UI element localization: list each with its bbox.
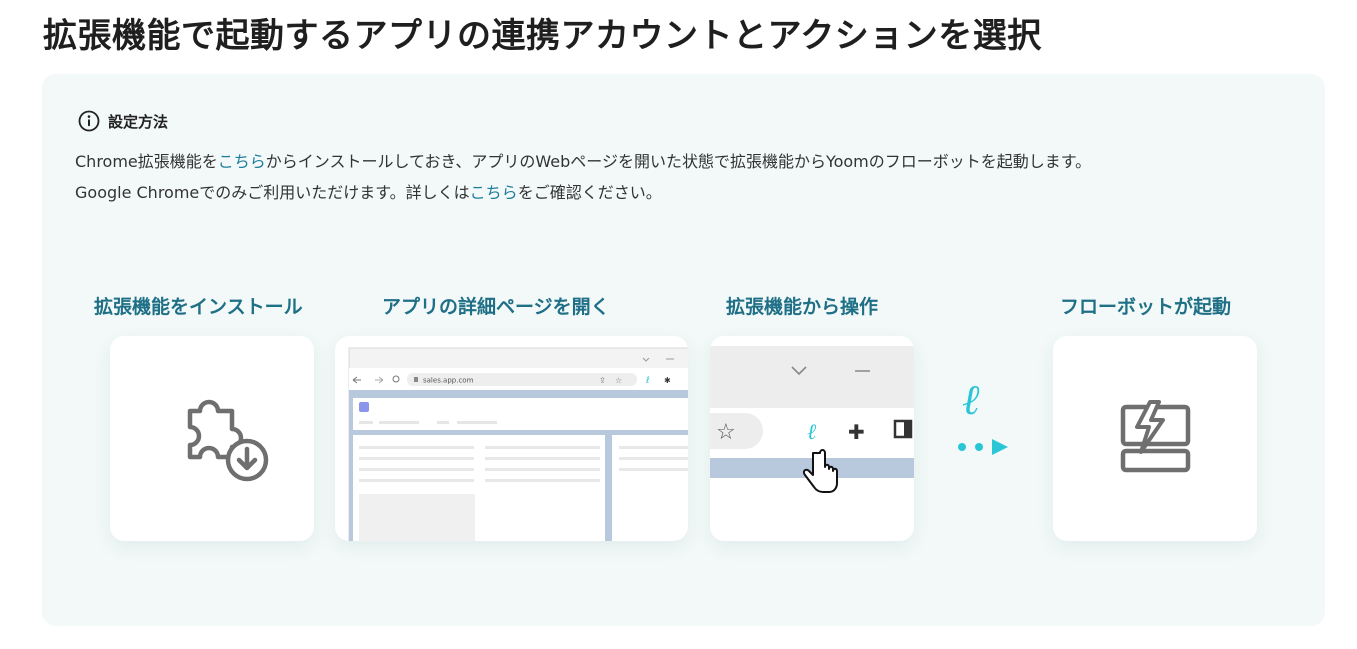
flow-arrow-icon: ℓ xyxy=(958,375,1008,455)
svg-text:✚: ✚ xyxy=(848,420,865,444)
line2-post: をご確認ください。 xyxy=(517,183,662,202)
step-card-operate: ☆ ℓ ✚ xyxy=(710,336,914,541)
details-link[interactable]: こちら xyxy=(470,183,518,202)
setup-panel: 設定方法 Chrome拡張機能をこちらからインストールしておき、アプリのWebペ… xyxy=(42,74,1325,626)
extension-toolbar-illustration: ☆ ℓ ✚ xyxy=(710,346,914,493)
step-card-flowbot xyxy=(1053,336,1257,541)
flowbot-bolt-icon xyxy=(1120,400,1191,473)
step-card-open-page: sales.app.com ⇪ ☆ ℓ ✱ xyxy=(335,336,688,541)
address-bar-url: sales.app.com xyxy=(423,377,474,385)
description-line-2: Google Chromeでのみご利用いただけます。詳しくはこちらをご確認くださ… xyxy=(75,177,1091,208)
step-label-open-page: アプリの詳細ページを開く xyxy=(382,296,610,318)
info-heading: 設定方法 xyxy=(78,110,168,132)
page-title: 拡張機能で起動するアプリの連携アカウントとアクションを選択 xyxy=(43,16,1042,56)
line1-post: からインストールしておき、アプリのWebページを開いた状態で拡張機能からYoom… xyxy=(265,152,1092,171)
svg-text:✱: ✱ xyxy=(664,376,671,385)
svg-text:ℓ: ℓ xyxy=(962,375,980,424)
puzzle-download-icon xyxy=(187,399,269,482)
install-link[interactable]: こちら xyxy=(218,152,266,171)
svg-text:☆: ☆ xyxy=(615,376,622,385)
description-line-1: Chrome拡張機能をこちらからインストールしておき、アプリのWebページを開い… xyxy=(75,146,1091,177)
line2-pre: Google Chromeでのみご利用いただけます。詳しくは xyxy=(75,183,470,202)
step-card-install xyxy=(110,336,314,541)
step-label-flowbot: フローボットが起動 xyxy=(1060,296,1232,318)
info-heading-text: 設定方法 xyxy=(108,112,169,131)
svg-text:☆: ☆ xyxy=(716,420,736,445)
svg-text:ℓ: ℓ xyxy=(807,420,817,445)
step-label-install: 拡張機能をインストール xyxy=(94,296,303,318)
svg-text:⇪: ⇪ xyxy=(599,376,606,385)
setup-description: Chrome拡張機能をこちらからインストールしておき、アプリのWebページを開い… xyxy=(75,146,1091,208)
step-label-operate: 拡張機能から操作 xyxy=(726,296,879,318)
info-icon xyxy=(78,110,100,132)
line1-pre: Chrome拡張機能を xyxy=(75,152,218,171)
browser-window-illustration: sales.app.com ⇪ ☆ ℓ ✱ xyxy=(348,347,688,541)
svg-text:ℓ: ℓ xyxy=(645,376,650,386)
